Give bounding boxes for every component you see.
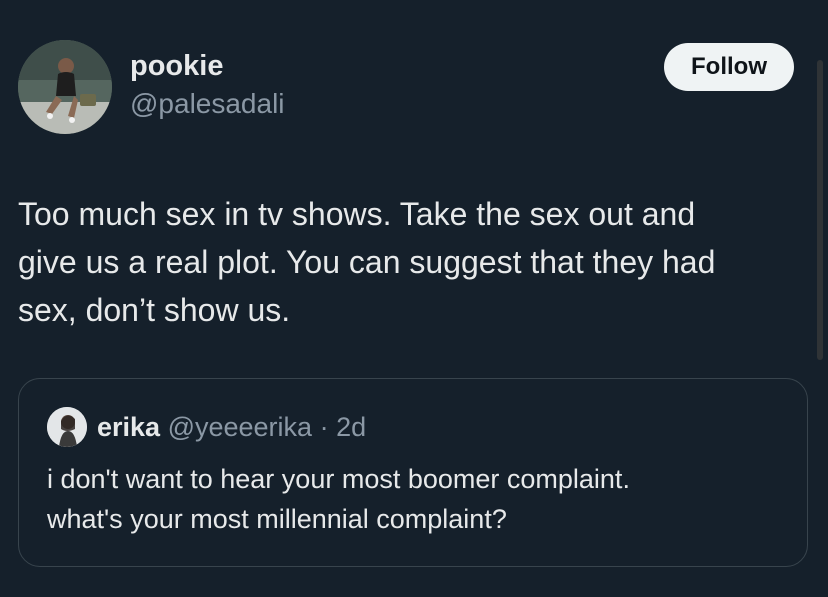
- scrollbar[interactable]: [817, 60, 823, 360]
- quoted-author-handle[interactable]: @yeeeerika: [168, 412, 312, 442]
- author-handle[interactable]: @palesadali: [130, 86, 285, 122]
- quoted-tweet-header: erika @yeeeerika · 2d: [97, 409, 366, 445]
- quoted-author-avatar-image: [47, 407, 87, 447]
- quoted-tweet-separator: ·: [312, 412, 337, 442]
- author-avatar[interactable]: [18, 40, 112, 134]
- quoted-tweet-text: i don't want to hear your most boomer co…: [47, 464, 630, 534]
- quoted-author-display-name[interactable]: erika: [97, 412, 160, 442]
- author-display-name[interactable]: pookie: [130, 48, 223, 84]
- tweet-card: pookie @palesadali Follow Too much sex i…: [0, 0, 828, 597]
- quoted-tweet-card[interactable]: erika @yeeeerika · 2d i don't want to he…: [18, 378, 808, 567]
- author-avatar-image: [18, 40, 112, 134]
- quoted-author-avatar[interactable]: [47, 407, 87, 447]
- follow-button[interactable]: Follow: [664, 43, 794, 91]
- tweet-text: Too much sex in tv shows. Take the sex o…: [18, 196, 716, 328]
- quoted-tweet-time[interactable]: 2d: [336, 412, 366, 442]
